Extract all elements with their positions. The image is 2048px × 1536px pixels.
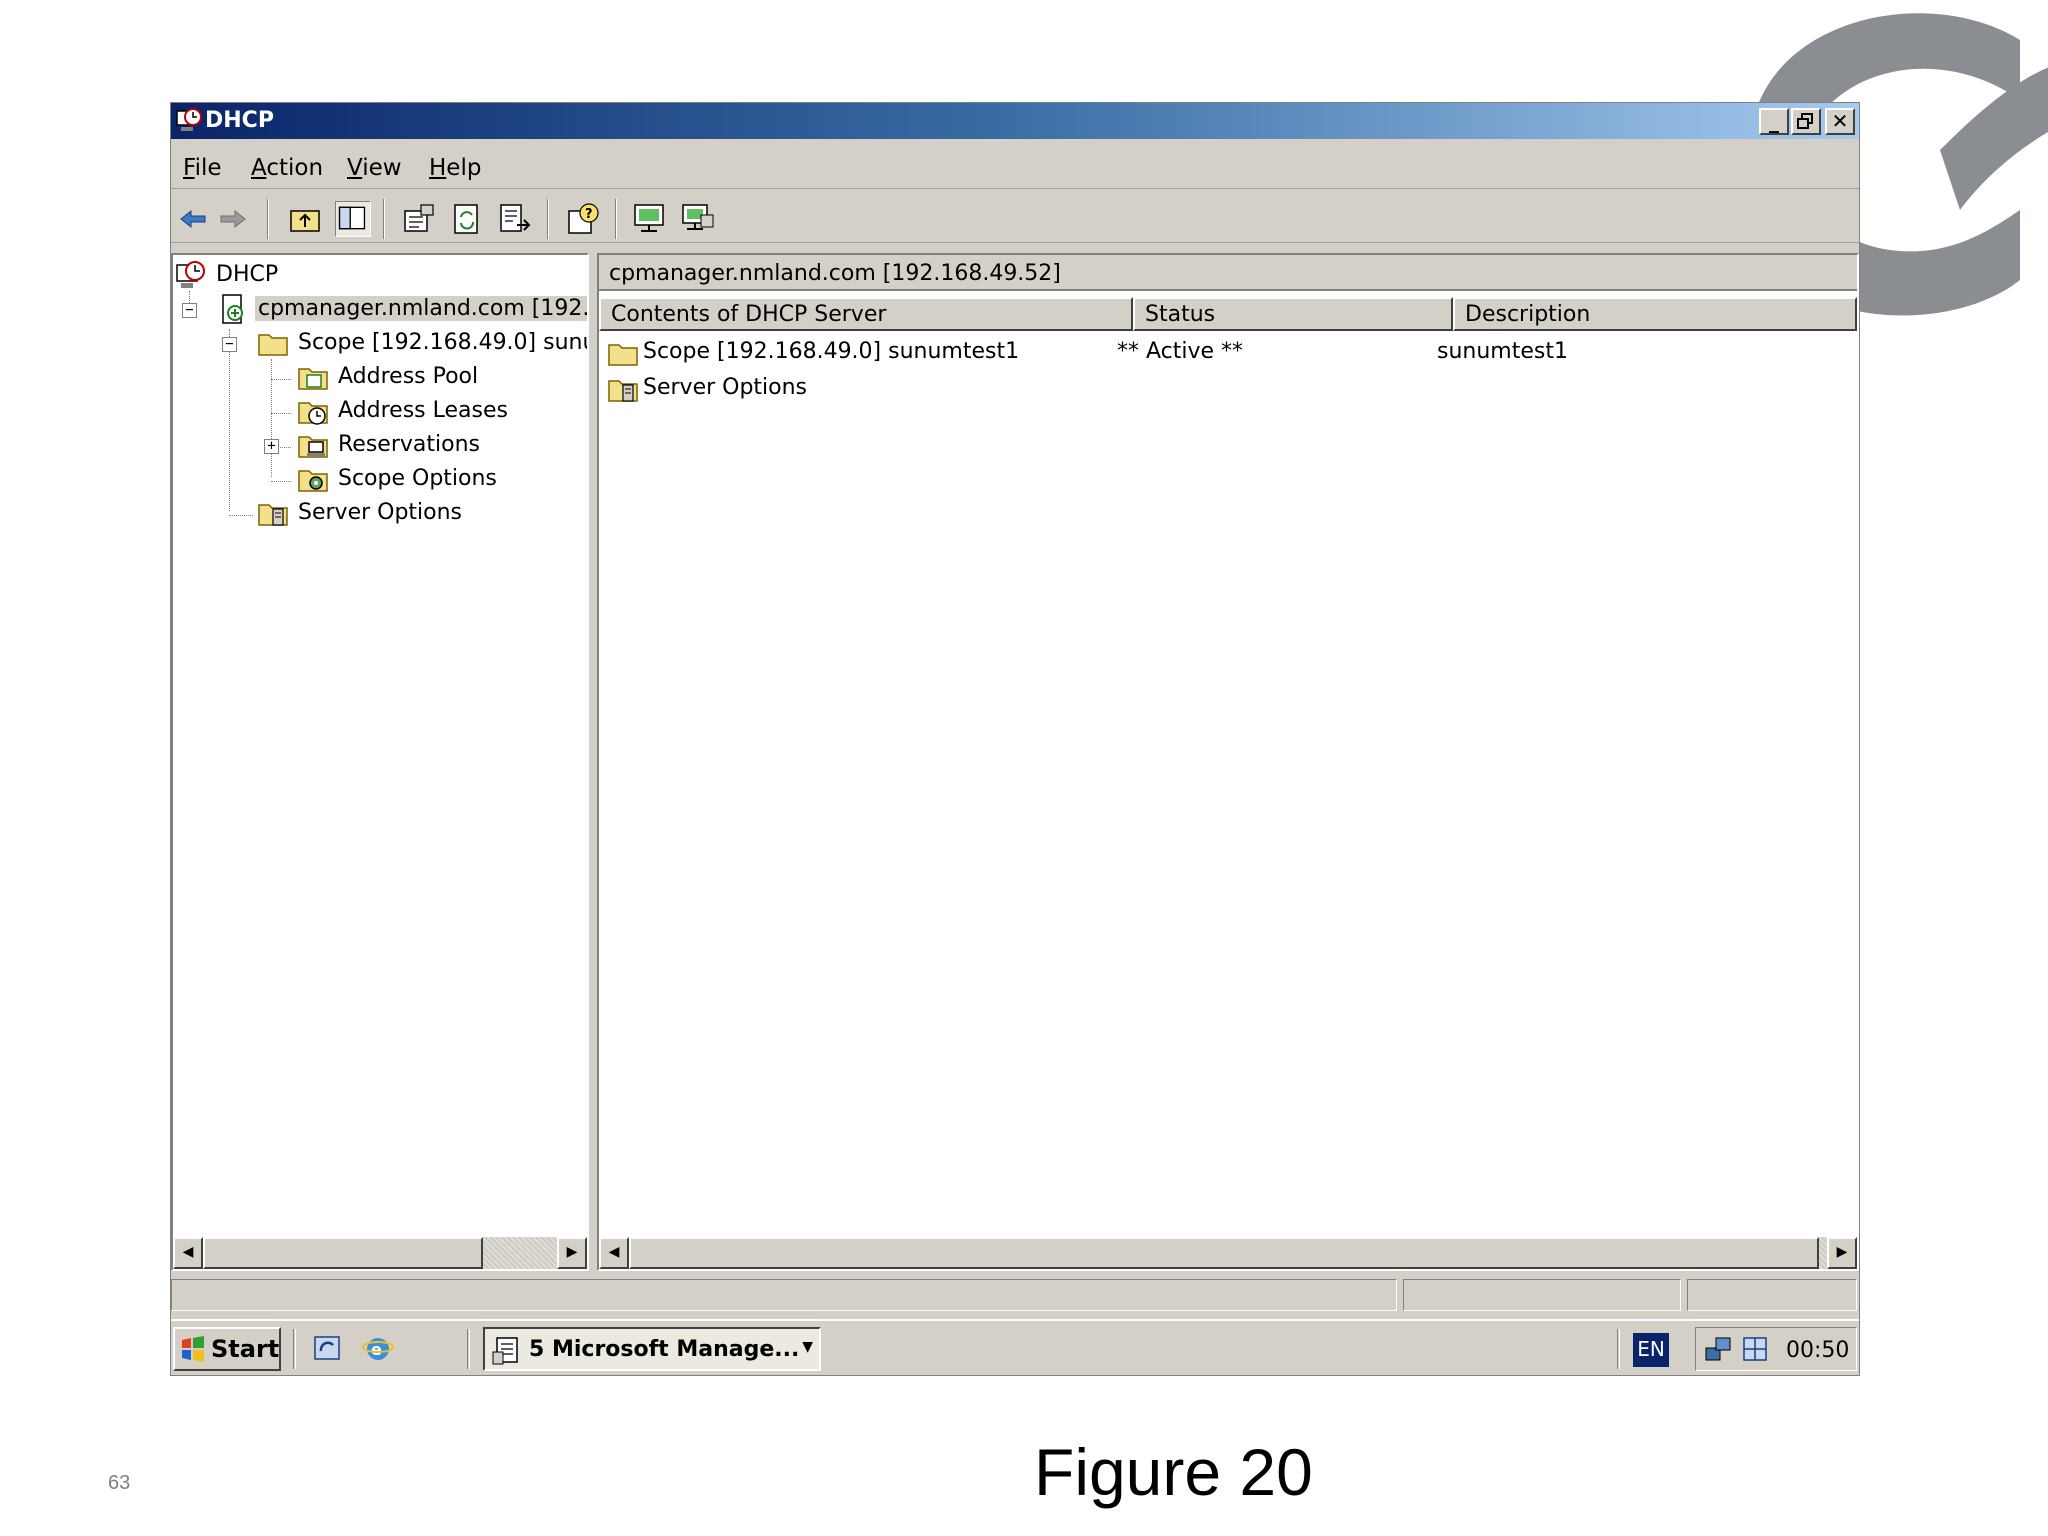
dhcp-app-icon — [176, 108, 202, 131]
up-folder-icon[interactable] — [287, 201, 323, 237]
export-list-icon[interactable] — [497, 201, 533, 237]
menu-help[interactable]: Help — [429, 155, 481, 181]
toolbar: ? — [171, 193, 1859, 243]
tree-line — [271, 481, 291, 482]
toolbar-separator — [615, 199, 617, 239]
restore-button[interactable] — [1791, 108, 1821, 135]
folder-icon — [258, 334, 288, 356]
language-indicator[interactable]: EN — [1633, 1333, 1669, 1367]
system-tray: 00:50 — [1695, 1327, 1857, 1371]
dhcp-icon — [176, 261, 205, 288]
status-bar — [171, 1275, 1859, 1315]
show-hide-tree-icon — [338, 206, 366, 230]
list-item-server-options[interactable]: Server Options — [599, 371, 1857, 407]
scroll-left-button[interactable]: ◀ — [599, 1237, 629, 1269]
column-header-status[interactable]: Status — [1133, 297, 1453, 331]
close-icon: ✕ — [1831, 109, 1849, 133]
help-icon[interactable]: ? — [565, 201, 601, 237]
scroll-right-button[interactable]: ▶ — [557, 1237, 587, 1269]
internet-explorer-icon[interactable]: e — [361, 1331, 395, 1365]
show-hide-tree-button[interactable] — [335, 201, 371, 237]
status-panel — [171, 1279, 1397, 1311]
list-item-scope[interactable]: Scope [192.168.49.0] sunumtest1 ** Activ… — [599, 335, 1857, 371]
taskbar-separator — [467, 1329, 470, 1369]
reservations-icon — [298, 436, 328, 458]
network-icon[interactable] — [1704, 1334, 1734, 1364]
figure-caption: Figure 20 — [1034, 1435, 1313, 1509]
tree-line — [271, 413, 291, 414]
tree-horizontal-scrollbar[interactable]: ◀ ▶ — [173, 1237, 587, 1269]
console-tree[interactable]: DHCP − cpmanager.nmland.com [192.16 − Sc… — [171, 253, 589, 1271]
scroll-thumb[interactable] — [629, 1237, 1819, 1269]
slide-number: 63 — [108, 1472, 131, 1494]
toolbar-separator — [383, 199, 385, 239]
refresh-icon[interactable] — [449, 201, 485, 237]
taskbar-separator — [293, 1329, 296, 1369]
minimize-button[interactable]: _ — [1759, 108, 1789, 135]
collapse-toggle[interactable]: − — [182, 303, 197, 318]
scroll-thumb[interactable] — [203, 1237, 483, 1269]
taskbar-separator — [1617, 1329, 1620, 1369]
title-bar[interactable]: DHCP _ ✕ — [171, 103, 1859, 139]
close-button[interactable]: ✕ — [1825, 108, 1855, 135]
dhcp-window: DHCP _ ✕ File Action View Help ? DHCP − … — [170, 102, 1860, 1376]
menu-file[interactable]: File — [183, 155, 222, 181]
toolbar-separator — [547, 199, 549, 239]
status-panel — [1403, 1279, 1681, 1311]
toolbar-separator — [267, 199, 269, 239]
column-header-description[interactable]: Description — [1453, 297, 1857, 331]
address-leases-icon — [298, 402, 328, 425]
back-arrow-icon[interactable] — [175, 201, 211, 237]
details-pane[interactable]: cpmanager.nmland.com [192.168.49.52] Con… — [597, 253, 1859, 1271]
menu-bar: File Action View Help — [171, 143, 1859, 189]
clock[interactable]: 00:50 — [1786, 1338, 1849, 1363]
tree-line — [271, 359, 272, 477]
connection-icon[interactable] — [1740, 1334, 1770, 1364]
column-header-contents[interactable]: Contents of DHCP Server — [599, 297, 1133, 331]
svg-text:?: ? — [585, 207, 593, 222]
tree-line — [277, 447, 291, 448]
taskbar: Start e 5 Microsoft Manage... ▼ EN 00:50 — [171, 1319, 1859, 1375]
folder-icon — [608, 344, 638, 366]
tree-line — [229, 515, 253, 516]
scroll-right-button[interactable]: ▶ — [1827, 1237, 1857, 1269]
add-server-icon[interactable] — [679, 201, 715, 237]
menu-view[interactable]: View — [347, 155, 402, 181]
scroll-left-button[interactable]: ◀ — [173, 1237, 203, 1269]
tree-line — [271, 379, 291, 380]
server-node-icon — [222, 294, 243, 324]
details-header: cpmanager.nmland.com [192.168.49.52] — [599, 255, 1857, 291]
windows-flag-icon — [182, 1336, 204, 1362]
server-options-icon — [608, 380, 638, 402]
properties-icon[interactable] — [401, 201, 437, 237]
address-pool-icon — [298, 368, 328, 390]
status-panel — [1687, 1279, 1857, 1311]
details-horizontal-scrollbar[interactable]: ◀ ▶ — [599, 1237, 1857, 1269]
forward-arrow-icon[interactable] — [215, 201, 251, 237]
menu-action[interactable]: Action — [251, 155, 323, 181]
taskbar-item-mmc[interactable]: 5 Microsoft Manage... ▼ — [483, 1327, 821, 1371]
show-desktop-icon[interactable] — [311, 1331, 345, 1365]
restore-icon — [1797, 113, 1813, 129]
start-button[interactable]: Start — [173, 1327, 281, 1371]
expand-toggle[interactable]: + — [264, 439, 279, 454]
server-options-icon — [258, 504, 288, 526]
chevron-down-icon: ▼ — [802, 1339, 813, 1355]
server-icon[interactable] — [631, 201, 667, 237]
tree-line — [229, 329, 230, 511]
minimize-icon: _ — [1769, 109, 1779, 133]
collapse-toggle[interactable]: − — [222, 337, 237, 352]
window-title: DHCP — [205, 108, 274, 133]
mmc-group-icon — [492, 1337, 518, 1365]
scope-options-icon — [298, 470, 328, 492]
